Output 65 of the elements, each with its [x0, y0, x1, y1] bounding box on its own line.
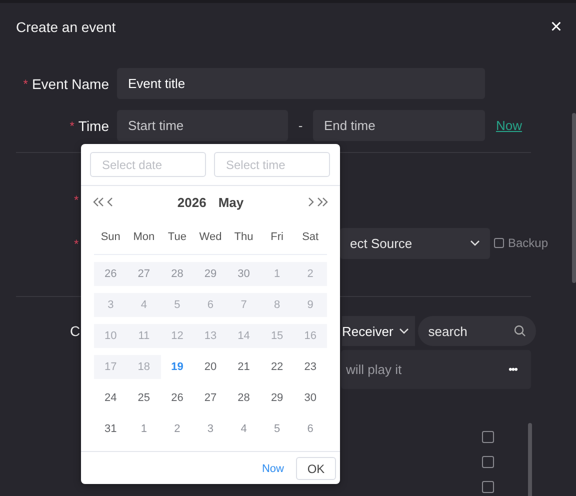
close-button[interactable]: ×	[550, 17, 562, 37]
calendar-day[interactable]: 21	[227, 355, 260, 379]
row-checkbox[interactable]	[482, 456, 494, 468]
weekday-label: Sun	[100, 231, 122, 243]
weekday-label: Fri	[270, 231, 284, 243]
month-label[interactable]: May	[218, 194, 244, 210]
double-chevron-right-icon[interactable]	[316, 197, 330, 207]
calendar-day[interactable]: 1	[127, 417, 161, 441]
now-link[interactable]: Now	[496, 118, 522, 133]
start-time-input[interactable]: Start time	[117, 110, 288, 141]
calendar-day[interactable]: 26	[160, 386, 194, 410]
calendar-day[interactable]: 25	[127, 386, 161, 410]
ok-button[interactable]: OK	[296, 457, 336, 480]
calendar-day[interactable]: 22	[260, 355, 294, 379]
chevron-down-icon	[399, 328, 410, 334]
search-icon	[514, 325, 526, 337]
calendar-day[interactable]: 29	[260, 386, 294, 410]
range-separator: -	[297, 118, 304, 133]
calendar-day[interactable]: 5	[260, 417, 294, 441]
now-button[interactable]: Now	[262, 462, 284, 474]
required-asterisk: *	[70, 118, 74, 132]
source-select[interactable]: ect Source	[340, 228, 490, 258]
row-checkbox[interactable]	[482, 481, 494, 493]
required-asterisk: *	[74, 192, 79, 206]
calendar-day[interactable]: 3	[194, 417, 228, 441]
time-input[interactable]: Select time	[214, 152, 330, 177]
receiver-dropdown[interactable]: Receiver	[342, 316, 416, 346]
backup-checkbox[interactable]	[494, 238, 504, 248]
field-label: C	[70, 323, 80, 339]
calendar-day[interactable]: 27	[194, 386, 228, 410]
weekday-label: Thu	[233, 231, 254, 243]
double-chevron-left-icon[interactable]	[91, 197, 105, 207]
end-time-input[interactable]: End time	[313, 110, 485, 141]
weekday-label: Mon	[132, 231, 156, 243]
calendar-day[interactable]: 30	[294, 386, 327, 410]
checkbox-label: Backup	[508, 236, 548, 250]
scrollbar-thumb[interactable]	[528, 423, 532, 496]
chevron-down-icon	[470, 240, 480, 246]
calendar-day[interactable]: 2	[160, 417, 194, 441]
event-name-input[interactable]: Event title	[117, 68, 485, 99]
scrollbar-thumb[interactable]	[572, 113, 576, 283]
calendar-day[interactable]: 28	[227, 386, 260, 410]
weekday-label: Sat	[301, 231, 320, 243]
calendar-day[interactable]: 19	[160, 355, 194, 379]
field-label: Event Name	[32, 76, 109, 92]
weekday-label: Wed	[198, 231, 223, 243]
hint-text: will play it	[346, 362, 402, 377]
calendar-day[interactable]: 31	[94, 417, 128, 441]
field-label: Time	[78, 118, 109, 134]
calendar-day[interactable]: 23	[294, 355, 327, 379]
calendar-day[interactable]: 4	[227, 417, 260, 441]
calendar-day[interactable]: 6	[294, 417, 327, 441]
chevron-right-icon[interactable]	[307, 197, 315, 207]
row-checkbox[interactable]	[482, 431, 494, 443]
dialog-title: Create an event	[16, 19, 116, 35]
required-asterisk: *	[74, 236, 79, 250]
search-field[interactable]: search	[418, 316, 536, 346]
more-button[interactable]: •••	[508, 364, 517, 376]
calendar-day[interactable]: 20	[194, 355, 228, 379]
required-asterisk: *	[23, 76, 28, 90]
chevron-left-icon[interactable]	[106, 197, 114, 207]
calendar-day[interactable]: 24	[94, 386, 128, 410]
date-input[interactable]: Select date	[90, 152, 206, 177]
weekday-label: Tue	[166, 231, 188, 243]
year-label[interactable]: 2026	[177, 194, 206, 210]
